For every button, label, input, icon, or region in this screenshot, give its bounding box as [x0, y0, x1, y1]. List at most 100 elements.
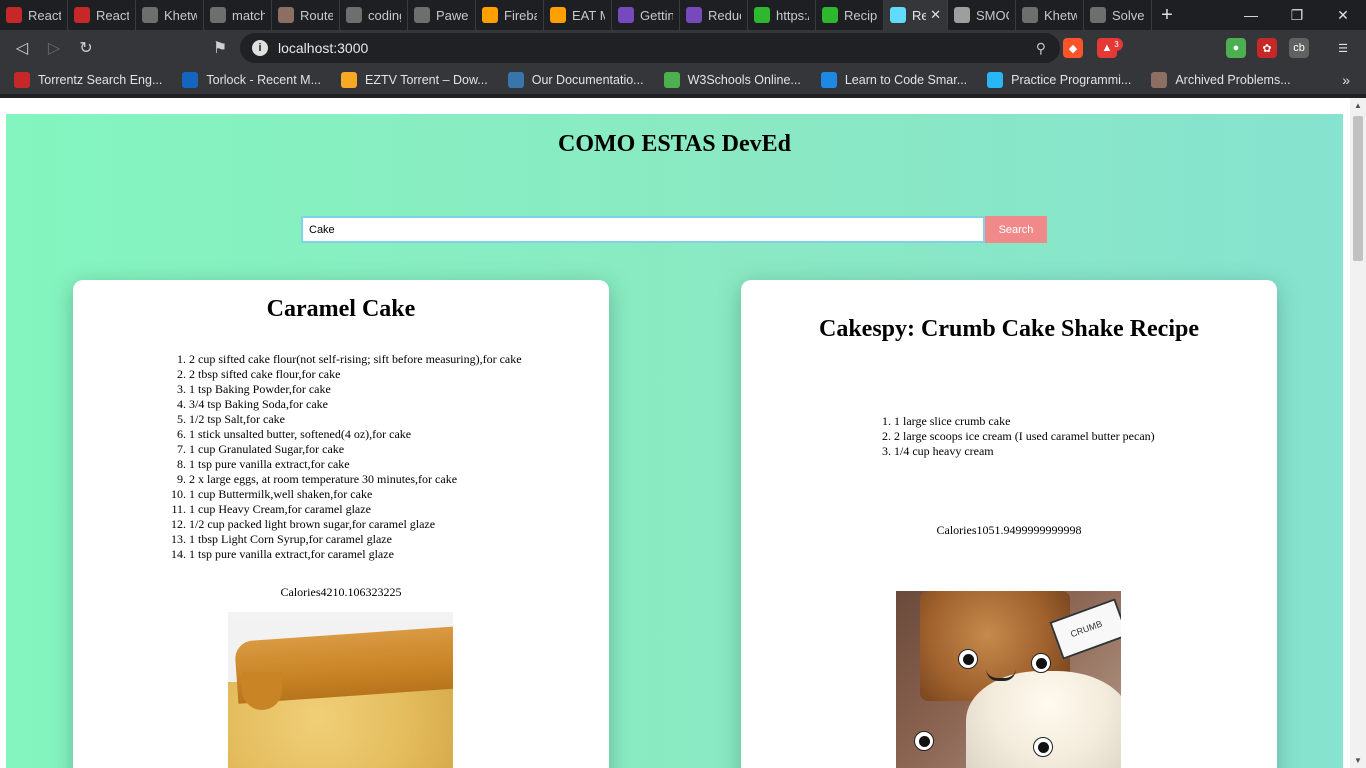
bookmark-label: Torrentz Search Eng...: [38, 73, 163, 87]
scrollbar-thumb[interactable]: [1353, 116, 1363, 261]
tab-label: coding: [368, 7, 401, 23]
tab-label: match.: [232, 7, 265, 23]
recipe-card: Cakespy: Crumb Cake Shake Recipe 1 large…: [741, 280, 1277, 768]
torlock-icon: [182, 72, 199, 88]
cartoon-eye-icon: [914, 731, 934, 751]
bookmarks-overflow-icon[interactable]: »: [1342, 72, 1350, 88]
restore-button[interactable]: ❐: [1274, 0, 1320, 30]
bookmarks-bar: Torrentz Search Eng... Torlock - Recent M…: [0, 66, 1366, 94]
bookmark-item[interactable]: Learn to Code Smar...: [820, 72, 967, 88]
browser-tab[interactable]: React F: [68, 0, 136, 30]
bookmark-label: Torlock - Recent M...: [206, 73, 321, 87]
browser-tab[interactable]: Fireba: [476, 0, 544, 30]
browser-tab[interactable]: Khetwa: [1016, 0, 1084, 30]
browser-tab[interactable]: https:/: [748, 0, 816, 30]
ingredient-item: 2 cup sifted cake flour(not self-rising;…: [189, 352, 522, 367]
tab-label: Recipe: [844, 7, 877, 23]
extension-flower-icon[interactable]: ✿: [1257, 38, 1277, 58]
scroll-down-icon[interactable]: ▼: [1354, 756, 1362, 765]
tab-label: Reduc: [708, 7, 741, 23]
browser-menu-icon[interactable]: ☰: [1333, 38, 1353, 58]
bookmark-item[interactable]: Torrentz Search Eng...: [14, 72, 162, 88]
address-bar[interactable]: i localhost:3000 ⚲: [240, 33, 1060, 63]
bookmark-item[interactable]: W3Schools Online...: [663, 72, 801, 88]
ingredient-item: 1 tbsp Light Corn Syrup,for caramel glaz…: [189, 532, 522, 547]
ingredient-item: 1 cup Buttermilk,well shaken,for cake: [189, 487, 522, 502]
browser-tab[interactable]: Recipe: [816, 0, 884, 30]
github-icon: [414, 7, 430, 23]
tab-label: Fireba: [504, 7, 537, 23]
browser-tab[interactable]: EAT M: [544, 0, 612, 30]
ingredient-item: 1 tsp Baking Powder,for cake: [189, 382, 522, 397]
browser-tab[interactable]: SMOO: [948, 0, 1016, 30]
browser-tab[interactable]: coding: [340, 0, 408, 30]
forward-button[interactable]: ▷: [38, 32, 70, 64]
tab-label: React F: [28, 7, 61, 23]
tab-strip: React F React F Khetwa match. Route coding Paw…: [0, 0, 1366, 30]
browser-tab[interactable]: Gettin: [612, 0, 680, 30]
page-scrollbar[interactable]: ▲ ▼: [1350, 98, 1366, 768]
recipe-card: Caramel Cake 2 cup sifted cake flour(not…: [73, 280, 609, 768]
tab-label: Solved: [1112, 7, 1145, 23]
site-info-icon[interactable]: i: [252, 40, 268, 56]
react-logo-icon: [74, 7, 90, 23]
bookmark-item[interactable]: Practice Programmi...: [987, 72, 1131, 88]
address-url[interactable]: localhost:3000: [278, 40, 368, 56]
browser-toolbar: ◁ ▷ ↻ ⚑ i localhost:3000 ⚲: [0, 30, 1366, 66]
browser-tab[interactable]: Reduc: [680, 0, 748, 30]
page-title: COMO ESTAS DevEd: [558, 131, 791, 157]
browser-tab[interactable]: match.: [204, 0, 272, 30]
recipe-calories: Calories4210.106323225: [280, 585, 402, 599]
search-input[interactable]: [301, 216, 985, 243]
tab-label: Khetwa: [164, 7, 197, 23]
firebase-icon: [550, 7, 566, 23]
minimize-button[interactable]: —: [1228, 0, 1274, 30]
cartoon-eye-icon: [958, 649, 978, 669]
new-tab-button[interactable]: +: [1152, 0, 1182, 30]
search-button[interactable]: Search: [985, 216, 1047, 243]
router-logo-icon: [278, 7, 294, 23]
ingredient-item: 1 stick unsalted butter, softened(4 oz),…: [189, 427, 522, 442]
react-atom-icon: [890, 7, 906, 23]
browser-tab[interactable]: PawelF: [408, 0, 476, 30]
bookmark-label: Practice Programmi...: [1011, 73, 1132, 87]
app-background: COMO ESTAS DevEd Search Caramel Cake 2 c…: [6, 114, 1343, 768]
browser-tab[interactable]: Solved: [1084, 0, 1152, 30]
ingredient-list: 2 cup sifted cake flour(not self-rising;…: [189, 352, 522, 562]
ingredient-item: 1 large slice crumb cake: [894, 414, 1155, 429]
extension-globe-icon[interactable]: ●: [1226, 38, 1246, 58]
ingredient-item: 1/2 cup packed light brown sugar,for car…: [189, 517, 522, 532]
tab-label: Gettin: [640, 7, 673, 23]
browser-tab[interactable]: Re✕: [884, 0, 948, 30]
cartoon-eye-icon: [1031, 653, 1051, 673]
bookmark-page-icon[interactable]: ⚑: [204, 32, 236, 64]
browser-tab[interactable]: Route: [272, 0, 340, 30]
learn-code-icon: [820, 72, 837, 88]
github-icon: [1090, 7, 1106, 23]
ingredient-item: 1 cup Granulated Sugar,for cake: [189, 442, 522, 457]
brave-shield-icon[interactable]: ◆: [1063, 38, 1083, 58]
bookmark-item[interactable]: Archived Problems...: [1151, 72, 1291, 88]
bookmark-label: Archived Problems...: [1175, 73, 1291, 87]
bookmark-item[interactable]: EZTV Torrent – Dow...: [341, 72, 488, 88]
browser-tab[interactable]: React F: [0, 0, 68, 30]
tab-label: React F: [96, 7, 129, 23]
tab-label: EAT M: [572, 7, 605, 23]
eztv-icon: [341, 72, 357, 88]
close-tab-icon[interactable]: ✕: [930, 7, 941, 23]
extension-cb-icon[interactable]: cb: [1289, 38, 1309, 58]
recipe-title: Cakespy: Crumb Cake Shake Recipe: [818, 316, 1199, 342]
zoom-icon[interactable]: ⚲: [1036, 40, 1046, 57]
close-window-button[interactable]: ✕: [1320, 0, 1366, 30]
browser-tab[interactable]: Khetwa: [136, 0, 204, 30]
bookmark-item[interactable]: Our Documentatio...: [507, 72, 644, 88]
recipe-calories: Calories1051.9499999999998: [936, 523, 1082, 537]
ingredient-item: 2 large scoops ice cream (I used caramel…: [894, 429, 1155, 444]
tab-label: Re: [912, 7, 926, 23]
rewards-badge: 3: [1110, 38, 1123, 51]
bookmark-item[interactable]: Torlock - Recent M...: [182, 72, 321, 88]
scroll-up-icon[interactable]: ▲: [1354, 101, 1362, 110]
tab-label: Khetwa: [1044, 7, 1077, 23]
reload-button[interactable]: ↻: [70, 32, 102, 64]
back-button[interactable]: ◁: [6, 32, 38, 64]
